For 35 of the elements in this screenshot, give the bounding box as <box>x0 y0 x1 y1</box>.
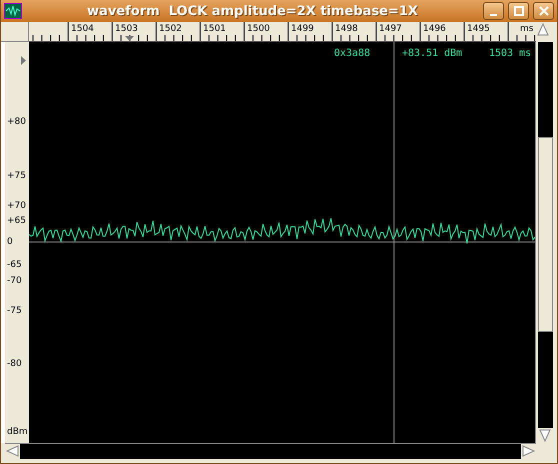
ruler-label: 0 <box>7 238 13 247</box>
maximize-button[interactable] <box>508 2 529 20</box>
vertical-scrollbar[interactable] <box>538 42 553 443</box>
ruler-label: -65 <box>7 261 22 270</box>
scrollbar-thumb[interactable] <box>538 137 553 332</box>
ruler-label: -70 <box>7 277 22 286</box>
ruler-label: +75 <box>7 172 26 181</box>
ruler-unit: dBm <box>7 428 28 437</box>
ruler-label: 1498 <box>335 25 358 34</box>
ruler-label: +70 <box>7 202 26 211</box>
maximize-icon <box>514 6 524 16</box>
ruler-label: 1504 <box>71 25 94 34</box>
ruler-label: 1501 <box>203 25 226 34</box>
level-readout: +83.51 dBm <box>402 48 462 59</box>
ruler-label: +80 <box>7 118 26 127</box>
close-button[interactable] <box>533 2 554 20</box>
minimize-button[interactable] <box>483 2 504 20</box>
ruler-label: 1500 <box>247 25 270 34</box>
marker-icon <box>21 56 26 65</box>
ruler-label: 1499 <box>291 25 314 34</box>
ruler-label: +65 <box>7 217 26 226</box>
ruler-label: -80 <box>7 360 22 369</box>
time-readout: 1503 ms <box>489 48 532 59</box>
waveform-app-icon <box>4 3 22 19</box>
window-title: waveform LOCK amplitude=2X timebase=1X <box>86 4 419 18</box>
close-icon <box>538 6 548 16</box>
address-readout: 0x3a88 <box>334 48 370 59</box>
minimize-icon <box>490 14 497 16</box>
ruler-unit: ms <box>520 25 534 34</box>
ruler-label: 1497 <box>379 25 402 34</box>
ruler-label: 1496 <box>423 25 446 34</box>
ruler-label: 1495 <box>467 25 490 34</box>
ruler-label: 1502 <box>159 25 182 34</box>
ruler-label: 1503 <box>115 25 138 34</box>
ruler-label: -75 <box>7 307 22 316</box>
